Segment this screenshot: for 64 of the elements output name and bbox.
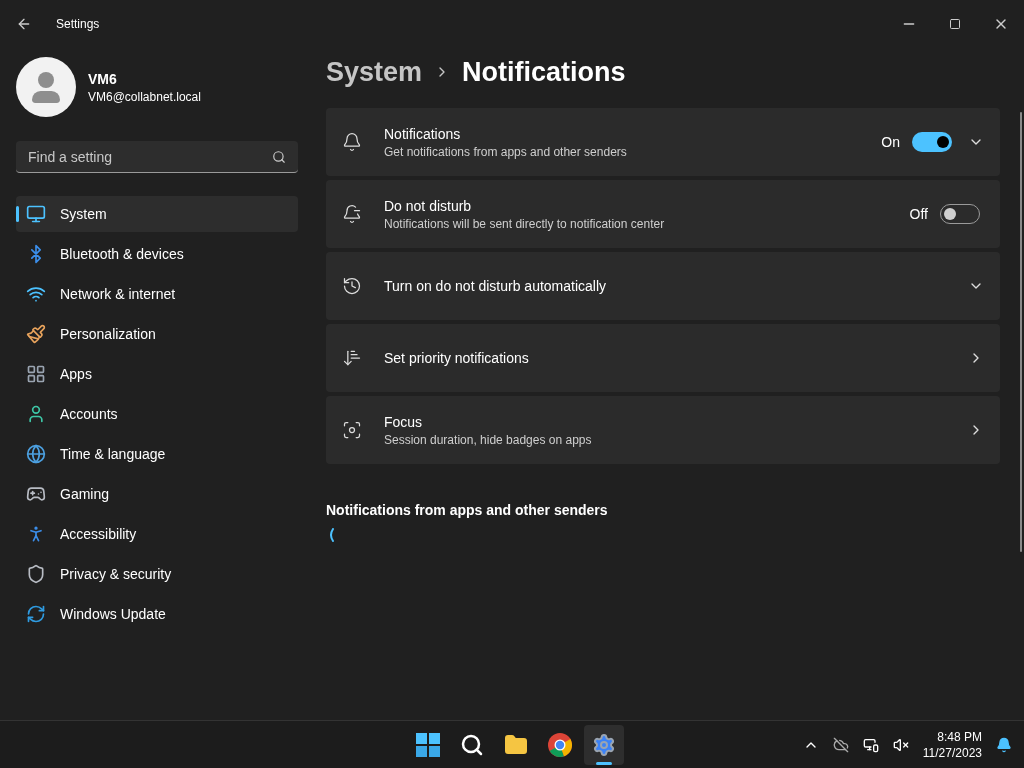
clock[interactable]: 8:48 PM 11/27/2023: [922, 728, 982, 761]
maximize-icon[interactable]: [949, 18, 961, 30]
wifi-icon: [26, 284, 46, 304]
bell-icon: [342, 132, 362, 152]
card-subtitle: Get notifications from apps and other senders: [384, 144, 628, 160]
card-subtitle: Notifications will be sent directly to notification center: [384, 216, 666, 232]
bell-minus-icon: [342, 204, 362, 224]
card-subtitle: Session duration, hide badges on apps: [384, 432, 593, 448]
monitor-icon: [26, 204, 46, 224]
clock-arrow-icon: [342, 276, 362, 296]
toggle-switch[interactable]: [912, 132, 952, 152]
toggle-state-label: On: [881, 133, 900, 152]
breadcrumb-parent[interactable]: System: [326, 51, 423, 93]
bell-icon[interactable]: [996, 736, 1012, 753]
search-icon[interactable]: [272, 150, 286, 164]
settings-card[interactable]: Do not disturb Notifications will be sent directly to notification center Off: [326, 180, 1000, 248]
card-title: Focus: [384, 413, 424, 432]
avatar: [16, 57, 76, 117]
update-icon: [26, 604, 46, 624]
settings-card[interactable]: Notifications Get notifications from apps and other senders On: [326, 108, 1000, 176]
nav-item[interactable]: Privacy & security: [16, 556, 298, 592]
settings-card[interactable]: Turn on do not disturb automatically: [326, 252, 1000, 320]
gear-icon: [592, 732, 616, 757]
nav-item[interactable]: Windows Update: [16, 596, 298, 632]
spinner-icon: [328, 528, 334, 542]
speaker-muted-icon[interactable]: [892, 736, 909, 753]
search-icon: [460, 732, 484, 757]
user-name: VM6: [88, 70, 118, 89]
settings-card[interactable]: Focus Session duration, hide badges on apps: [326, 396, 1000, 464]
toggle-state-label: Off: [909, 205, 928, 224]
scrollbar[interactable]: [1020, 112, 1022, 552]
shield-icon: [26, 564, 46, 584]
cloud-off-icon[interactable]: [832, 736, 849, 753]
page-title: Notifications: [462, 55, 626, 89]
settings-card[interactable]: Set priority notifications: [326, 324, 1000, 392]
focus-icon: [342, 420, 362, 440]
sort-arrow-icon: [342, 348, 362, 368]
card-title: Turn on do not disturb automatically: [384, 277, 608, 296]
nav-item[interactable]: Accounts: [16, 396, 298, 432]
folder-icon: [504, 732, 528, 757]
paintbrush-icon: [26, 324, 46, 344]
nav-item[interactable]: Accessibility: [16, 516, 298, 552]
apps-grid-icon: [26, 364, 46, 384]
nav-item[interactable]: Bluetooth & devices: [16, 236, 298, 272]
nav-item[interactable]: Personalization: [16, 316, 298, 352]
browser-icon: [548, 732, 572, 757]
nav-item[interactable]: Network & internet: [16, 276, 298, 312]
card-title: Notifications: [384, 125, 462, 144]
card-title: Set priority notifications: [384, 349, 530, 368]
user-email: VM6@collabnet.local: [88, 89, 201, 105]
taskbar-app[interactable]: [584, 724, 624, 765]
nav-item[interactable]: System: [16, 196, 298, 232]
window-title: Settings: [56, 16, 100, 32]
person-icon: [26, 404, 46, 424]
section-heading: Notifications from apps and other senders: [326, 501, 609, 520]
nav-item[interactable]: Gaming: [16, 476, 298, 512]
windows-logo-icon: [416, 732, 440, 757]
back-icon[interactable]: [16, 16, 32, 32]
search-field[interactable]: Find a setting: [16, 141, 298, 173]
card-title: Do not disturb: [384, 197, 473, 216]
network-icon[interactable]: [862, 736, 879, 753]
nav-item[interactable]: Apps: [16, 356, 298, 392]
gamepad-icon: [26, 484, 46, 504]
nav-item[interactable]: Time & language: [16, 436, 298, 472]
